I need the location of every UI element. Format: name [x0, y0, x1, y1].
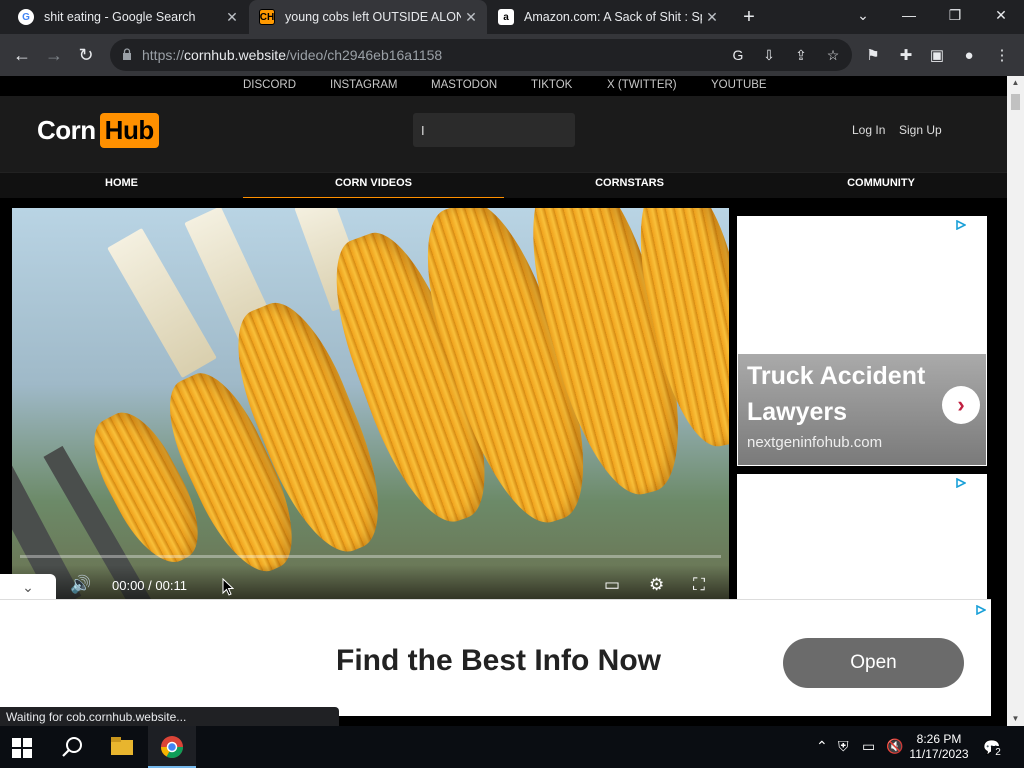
social-links-bar: DISCORD INSTAGRAM MASTODON TIKTOK X (TWI… [0, 76, 1007, 96]
tab-strip: G shit eating - Google Search ✕ CH young… [0, 0, 1024, 34]
ad-domain: nextgeninfohub.com [747, 434, 883, 451]
browser-toolbar: ← → ↻ https://cornhub.website/video/ch29… [0, 34, 1024, 76]
screen: G shit eating - Google Search ✕ CH young… [0, 0, 1024, 768]
site-search-input[interactable] [413, 113, 575, 147]
scrollbar-thumb[interactable] [1011, 94, 1020, 110]
bookmark-star-icon[interactable]: ☆ [823, 45, 843, 65]
chrome-icon[interactable] [148, 726, 196, 768]
scroll-up-arrow-icon[interactable]: ▲ [1007, 76, 1024, 90]
security-icon[interactable]: ⛨ [838, 738, 849, 755]
lock-icon[interactable] [122, 48, 132, 60]
restore-button[interactable]: ❐ [932, 0, 978, 34]
adchoices-icon[interactable] [976, 605, 986, 615]
address-bar[interactable]: https://cornhub.website/video/ch2946eb16… [110, 39, 852, 71]
bottom-sticky-ad[interactable]: Find the Best Info Now Open [0, 599, 991, 716]
chevron-right-icon[interactable]: › [942, 386, 980, 424]
notification-count-badge: 2 [991, 746, 1005, 760]
tab-title: shit eating - Google Search [44, 10, 196, 24]
social-link-youtube[interactable]: YOUTUBE [711, 79, 767, 91]
url-text: https://cornhub.website/video/ch2946eb16… [142, 47, 443, 63]
cornhub-icon: CH [259, 9, 275, 25]
google-lens-icon[interactable]: G [728, 45, 748, 65]
nav-cornstars[interactable]: CORNSTARS [504, 173, 755, 199]
back-button[interactable]: ← [9, 42, 35, 68]
ad-headline: Find the Best Info Now [336, 644, 661, 677]
amazon-icon: a [498, 9, 514, 25]
close-tab-icon[interactable]: ✕ [461, 9, 481, 26]
google-icon: G [18, 9, 34, 25]
social-link-tiktok[interactable]: TIKTOK [531, 79, 572, 91]
signup-link[interactable]: Sign Up [899, 123, 942, 137]
forward-button[interactable]: → [41, 42, 67, 68]
tab-search-chevron-icon[interactable]: ⌄ [840, 0, 886, 34]
social-link-instagram[interactable]: INSTAGRAM [330, 79, 398, 91]
fullscreen-icon[interactable]: ⛶ [693, 575, 705, 595]
side-panel-icon[interactable]: ▣ [926, 45, 948, 67]
nav-community[interactable]: COMMUNITY [755, 173, 1007, 199]
mouse-pointer-icon [222, 578, 234, 596]
tab-title: Amazon.com: A Sack of Shit : Sp [524, 10, 702, 24]
picture-in-picture-icon[interactable]: ▭ [604, 575, 620, 595]
adchoices-icon[interactable] [956, 478, 966, 488]
adchoices-icon[interactable] [956, 220, 966, 230]
scroll-down-arrow-icon[interactable]: ▼ [1007, 712, 1024, 726]
tray-overflow-chevron-icon[interactable]: ⌃ [816, 738, 828, 755]
new-tab-button[interactable]: + [737, 5, 761, 29]
video-controls: 🔊 00:00 / 00:11 ▭ ⚙ ⛶ [12, 565, 729, 600]
page-scrollbar[interactable]: ▲ ▼ [1007, 76, 1024, 726]
tab-google-search[interactable]: G shit eating - Google Search ✕ [8, 0, 248, 34]
extensions-puzzle-icon[interactable]: ✚ [895, 45, 917, 67]
video-time: 00:00 / 00:11 [112, 578, 187, 593]
social-link-mastodon[interactable]: MASTODON [431, 79, 497, 91]
social-link-discord[interactable]: DISCORD [243, 79, 296, 91]
nav-home[interactable]: HOME [0, 173, 243, 199]
profile-avatar-icon[interactable]: ● [958, 45, 980, 67]
network-icon[interactable]: ▭ [862, 738, 875, 755]
login-link[interactable]: Log In [852, 123, 885, 137]
volume-muted-icon[interactable]: 🔇 [886, 738, 903, 755]
close-window-button[interactable]: ✕ [978, 0, 1024, 34]
site-nav: HOME CORN VIDEOS CORNSTARS COMMUNITY [0, 172, 1007, 199]
tab-cornhub-video[interactable]: CH young cobs left OUTSIDE ALONE ✕ [249, 0, 487, 34]
minimize-button[interactable]: — [886, 0, 932, 34]
site-header: Corn Hub Log In Sign Up [0, 96, 1007, 172]
video-player[interactable]: 🔊 00:00 / 00:11 ▭ ⚙ ⛶ [12, 208, 729, 600]
close-tab-icon[interactable]: ✕ [222, 9, 242, 26]
windows-taskbar: ⌃ ⛨ ▭ 🔇 8:26 PM 11/17/2023 💬 2 [0, 726, 1024, 768]
share-icon[interactable]: ⇪ [791, 45, 811, 65]
collapse-ad-button[interactable]: ⌄ [0, 574, 56, 600]
settings-gear-icon[interactable]: ⚙ [649, 575, 664, 595]
close-tab-icon[interactable]: ✕ [702, 9, 722, 26]
ad-headline: Truck Accident Lawyers [747, 362, 926, 426]
reload-button[interactable]: ↻ [73, 42, 99, 68]
ad-open-button[interactable]: Open [783, 638, 964, 688]
nav-corn-videos[interactable]: CORN VIDEOS [243, 173, 504, 199]
status-bubble: Waiting for cob.cornhub.website... [0, 707, 339, 726]
site-logo[interactable]: Corn Hub [37, 113, 159, 148]
sidebar-ad[interactable]: Truck Accident Lawyers nextgeninfohub.co… [737, 216, 987, 466]
install-app-icon[interactable]: ⇩ [759, 45, 779, 65]
menu-kebab-icon[interactable]: ⋮ [991, 45, 1013, 67]
tab-amazon[interactable]: a Amazon.com: A Sack of Shit : Sp ✕ [488, 0, 728, 34]
search-icon[interactable] [48, 726, 96, 768]
social-link-x-twitter[interactable]: X (TWITTER) [607, 79, 677, 91]
page-viewport: DISCORD INSTAGRAM MASTODON TIKTOK X (TWI… [0, 76, 1024, 726]
tab-title: young cobs left OUTSIDE ALONE [285, 10, 461, 24]
video-progress-bar[interactable] [20, 555, 721, 558]
file-explorer-icon[interactable] [98, 726, 146, 768]
taskbar-clock[interactable]: 8:26 PM 11/17/2023 [905, 732, 973, 762]
sidebar-ad-secondary[interactable] [737, 474, 987, 614]
windows-start-icon[interactable] [12, 738, 32, 758]
flag-icon[interactable]: ⚑ [862, 45, 884, 67]
volume-icon[interactable]: 🔊 [70, 575, 91, 595]
